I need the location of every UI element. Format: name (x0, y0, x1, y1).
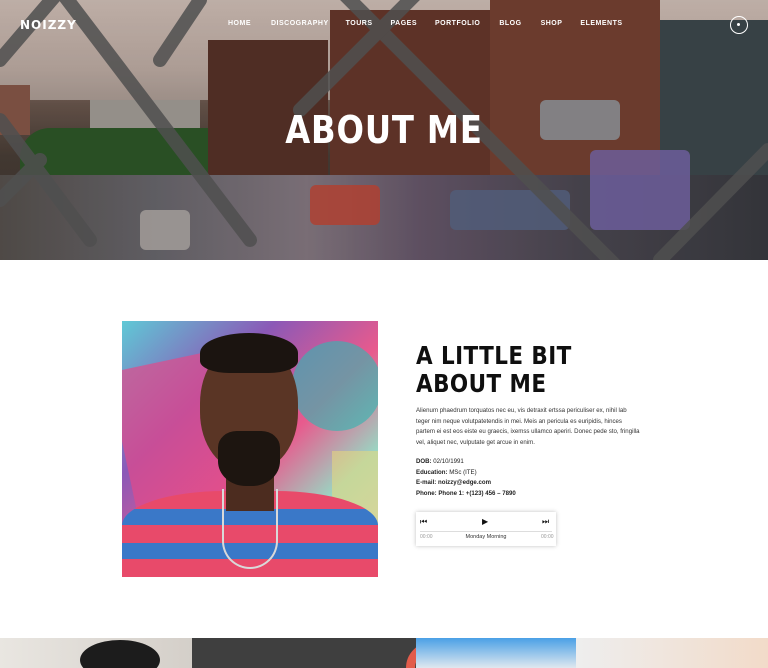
nav-item-portfolio[interactable]: PORTFOLIO (435, 20, 480, 27)
gallery-image[interactable] (0, 638, 192, 668)
nav-item-home[interactable]: HOME (228, 20, 251, 27)
nav-item-tours[interactable]: TOURS (346, 20, 373, 27)
info-list: DOB: 02/10/1991 Education: MSc (ITE) E-m… (416, 457, 516, 499)
info-phone: Phone: Phone 1: +(123) 456 – 7890 (416, 489, 516, 497)
progress-bar[interactable] (420, 531, 552, 532)
about-heading-line1: A LITTLE BIT (416, 341, 572, 370)
nav-item-discography[interactable]: DISCOGRAPHY (271, 20, 329, 27)
gallery-strip (0, 638, 768, 668)
nav-item-pages[interactable]: PAGES (391, 20, 418, 27)
nav-item-blog[interactable]: BLOG (499, 20, 521, 27)
about-heading-line2: ABOUT ME (416, 369, 547, 398)
gallery-image[interactable] (192, 638, 608, 668)
site-logo[interactable]: NOIZZY (20, 18, 77, 32)
main-nav: HOME DISCOGRAPHY TOURS PAGES PORTFOLIO B… (228, 20, 623, 27)
prev-icon[interactable]: ⏮ (420, 517, 427, 527)
audio-player: ⏮ ▶ ⏭ 00:00 Monday Morning 00:00 (416, 512, 556, 546)
gallery-image[interactable] (416, 638, 576, 668)
about-paragraph: Alienum phaedrum torquatos nec eu, vis d… (416, 407, 640, 446)
song-title: Monday Morning (465, 534, 507, 540)
about-heading: A LITTLE BIT ABOUT ME (416, 342, 588, 398)
play-icon[interactable]: ▶ (482, 517, 488, 527)
info-dob: DOB: 02/10/1991 (416, 458, 464, 465)
time-total: 00:00 (541, 534, 554, 540)
profile-photo (122, 321, 378, 577)
side-menu-button[interactable] (730, 16, 748, 34)
nav-item-shop[interactable]: SHOP (541, 20, 563, 27)
info-education: Education: MSc (ITE) (416, 468, 477, 476)
info-email: E-mail: noizzy@edge.com (416, 479, 492, 487)
page-title: ABOUT ME (285, 108, 483, 152)
dot-icon (737, 23, 740, 26)
nav-item-elements[interactable]: ELEMENTS (580, 20, 622, 27)
time-elapsed: 00:00 (420, 534, 433, 540)
next-icon[interactable]: ⏭ (542, 517, 549, 527)
gallery-image[interactable] (576, 638, 768, 668)
